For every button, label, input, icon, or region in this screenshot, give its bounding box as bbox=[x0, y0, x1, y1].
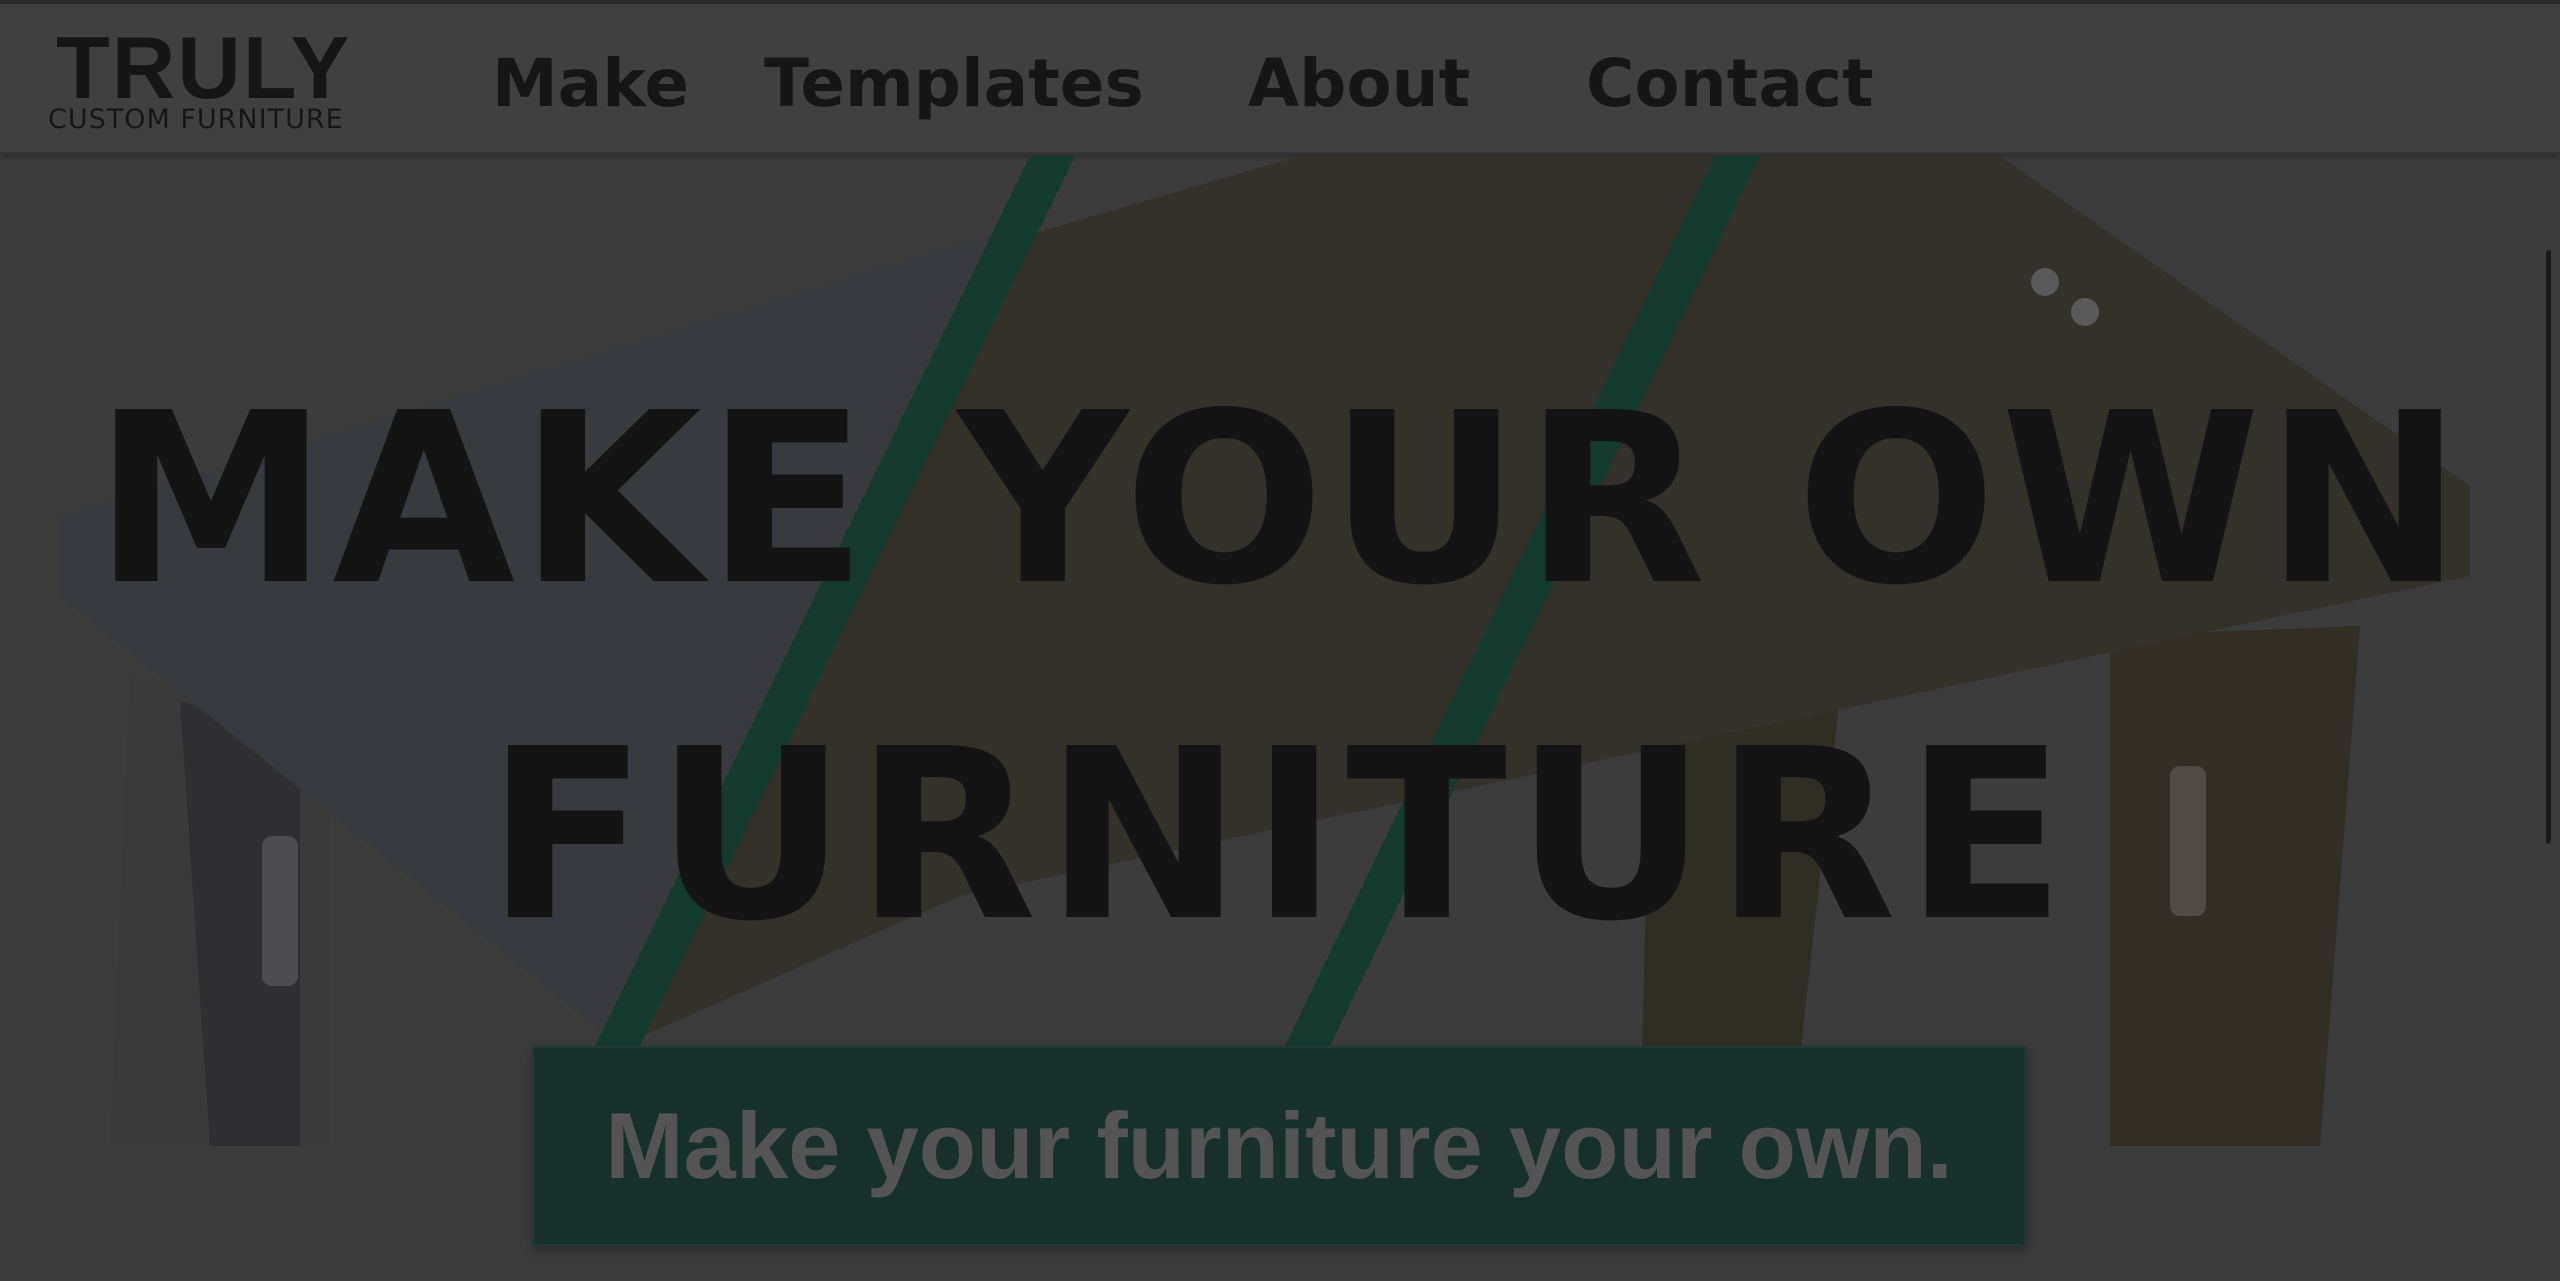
hero-section: MAKE YOUR OWN FURNITURE Make your furnit… bbox=[0, 156, 2560, 1281]
hero-headline-line1: MAKE YOUR OWN bbox=[93, 362, 2467, 637]
cta-text: Make your furniture your own. bbox=[605, 1093, 1953, 1198]
logo-tagline: CUSTOM FURNITURE bbox=[48, 104, 344, 135]
nav-item-about[interactable]: About bbox=[1248, 44, 1470, 124]
logo-wordmark: TRULY bbox=[56, 18, 352, 117]
nav-item-templates[interactable]: Templates bbox=[764, 44, 1144, 124]
site-header: TRULY CUSTOM FURNITURE Make Templates Ab… bbox=[0, 4, 2560, 154]
nav-item-contact[interactable]: Contact bbox=[1586, 44, 1874, 124]
screw-2 bbox=[2071, 298, 2099, 326]
hero-headline-line2: FURNITURE bbox=[486, 698, 2074, 973]
site-logo[interactable]: TRULY CUSTOM FURNITURE bbox=[48, 24, 388, 140]
page-scrollbar[interactable] bbox=[2546, 250, 2551, 844]
screw-1 bbox=[2031, 268, 2059, 296]
hero-cta-banner[interactable]: Make your furniture your own. bbox=[532, 1046, 2026, 1246]
nav-item-make[interactable]: Make bbox=[492, 44, 689, 124]
